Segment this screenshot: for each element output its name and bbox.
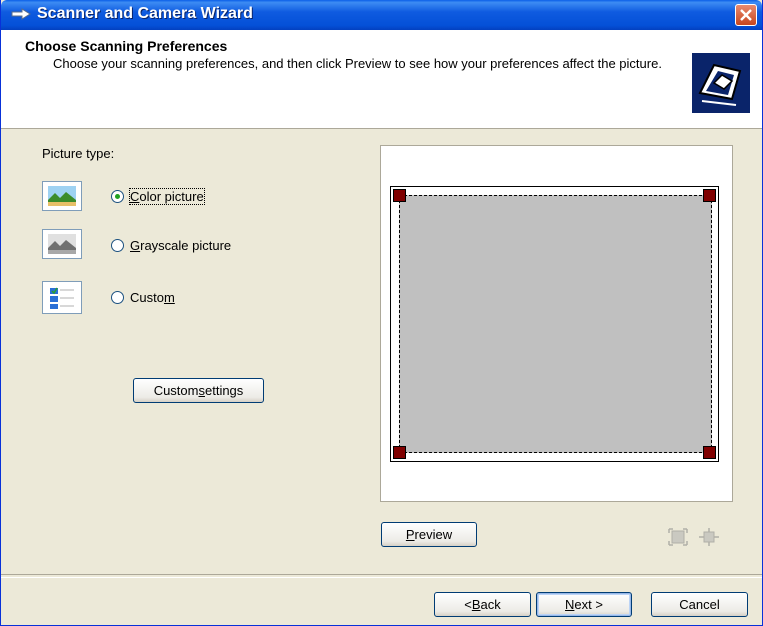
crop-handle-bottom-right[interactable]	[703, 446, 716, 459]
radio-unselected[interactable]	[111, 290, 124, 304]
page-title: Choose Scanning Preferences	[25, 38, 228, 54]
zoom-to-selection-icon[interactable]	[668, 528, 688, 546]
crop-handle-bottom-left[interactable]	[393, 446, 406, 459]
wizard-window: Scanner and Camera Wizard Choose Scannin…	[0, 0, 763, 626]
close-icon	[740, 9, 752, 21]
window-title: Scanner and Camera Wizard	[37, 5, 253, 22]
custom-settings-button[interactable]: Custom s ettings	[133, 378, 264, 403]
color-picture-icon	[42, 181, 82, 211]
scanner-arrow-icon	[11, 8, 31, 20]
custom-label: Custom	[130, 289, 175, 305]
color-picture-radio[interactable]: Color picture	[111, 186, 205, 206]
page-subtitle: Choose your scanning preferences, and th…	[53, 56, 662, 71]
scan-selection-area[interactable]	[399, 195, 712, 453]
grayscale-picture-label: Grayscale picture	[130, 237, 232, 253]
scan-bed	[390, 186, 719, 462]
preview-button[interactable]: Preview	[381, 522, 477, 547]
preview-pane[interactable]	[380, 145, 733, 502]
title-bar[interactable]: Scanner and Camera Wizard	[1, 0, 762, 30]
cancel-button[interactable]: Cancel	[651, 592, 748, 617]
close-button[interactable]	[735, 4, 757, 26]
fit-to-page-icon[interactable]	[699, 528, 719, 546]
radio-selected[interactable]	[111, 189, 124, 203]
custom-radio[interactable]: Custom	[111, 287, 175, 307]
radio-unselected[interactable]	[111, 238, 124, 252]
custom-picture-icon	[42, 281, 82, 314]
next-button[interactable]: Next >	[536, 592, 632, 617]
grayscale-picture-radio[interactable]: Grayscale picture	[111, 235, 231, 255]
picture-type-label: Picture type:	[42, 146, 115, 161]
crop-handle-top-left[interactable]	[393, 189, 406, 202]
color-picture-label: Color picture	[129, 187, 205, 205]
grayscale-picture-icon	[42, 229, 82, 259]
footer-divider	[1, 574, 762, 578]
scanner-wizard-icon	[692, 53, 750, 113]
crop-handle-top-right[interactable]	[703, 189, 716, 202]
back-button[interactable]: < Back	[434, 592, 531, 617]
